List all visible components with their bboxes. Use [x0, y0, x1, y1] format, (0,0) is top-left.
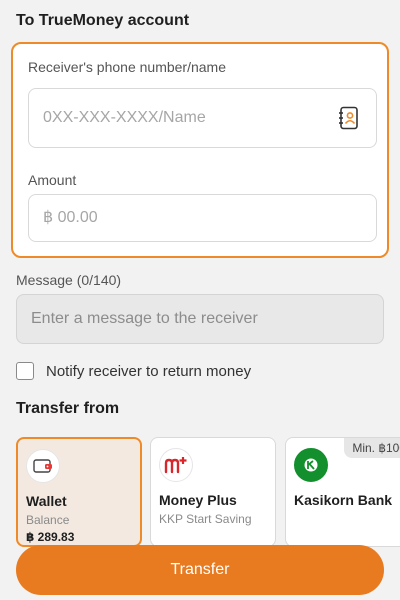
receiver-label: Receiver's phone number/name	[28, 59, 227, 75]
source-sub: KKP Start Saving	[159, 512, 252, 526]
receiver-amount-card: Receiver's phone number/name Amount	[11, 42, 389, 258]
receiver-input[interactable]	[43, 109, 336, 127]
wallet-icon	[26, 449, 60, 483]
notify-row[interactable]: Notify receiver to return money	[16, 362, 251, 380]
source-balance: ฿ 289.83	[26, 530, 75, 544]
amount-input[interactable]	[43, 209, 362, 227]
transfer-button[interactable]: Transfer	[16, 545, 384, 595]
min-amount-badge: Min. ฿100	[344, 438, 400, 458]
amount-input-box[interactable]	[28, 194, 377, 242]
page-title: To TrueMoney account	[16, 12, 190, 29]
notify-label: Notify receiver to return money	[46, 362, 252, 380]
receiver-input-box[interactable]	[28, 88, 377, 148]
money-plus-icon	[159, 448, 193, 482]
message-input[interactable]	[31, 310, 369, 328]
source-name: Kasikorn Bank	[294, 492, 393, 508]
kasikorn-bank-icon	[294, 448, 328, 482]
transfer-from-title: Transfer from	[16, 400, 120, 417]
message-label: Message (0/140)	[16, 272, 122, 288]
source-name: Wallet	[26, 493, 67, 509]
source-name: Money Plus	[159, 492, 237, 508]
amount-label: Amount	[28, 172, 77, 188]
source-card-money-plus[interactable]: Money Plus KKP Start Saving	[150, 437, 276, 547]
message-input-box[interactable]	[16, 294, 384, 344]
source-sub: Balance	[26, 513, 70, 527]
source-card-wallet[interactable]: Wallet Balance ฿ 289.83	[16, 437, 142, 547]
notify-checkbox[interactable]	[16, 362, 34, 380]
source-card-kasikorn[interactable]: Min. ฿100 Kasikorn Bank	[285, 437, 400, 547]
contact-book-icon[interactable]	[336, 105, 362, 131]
